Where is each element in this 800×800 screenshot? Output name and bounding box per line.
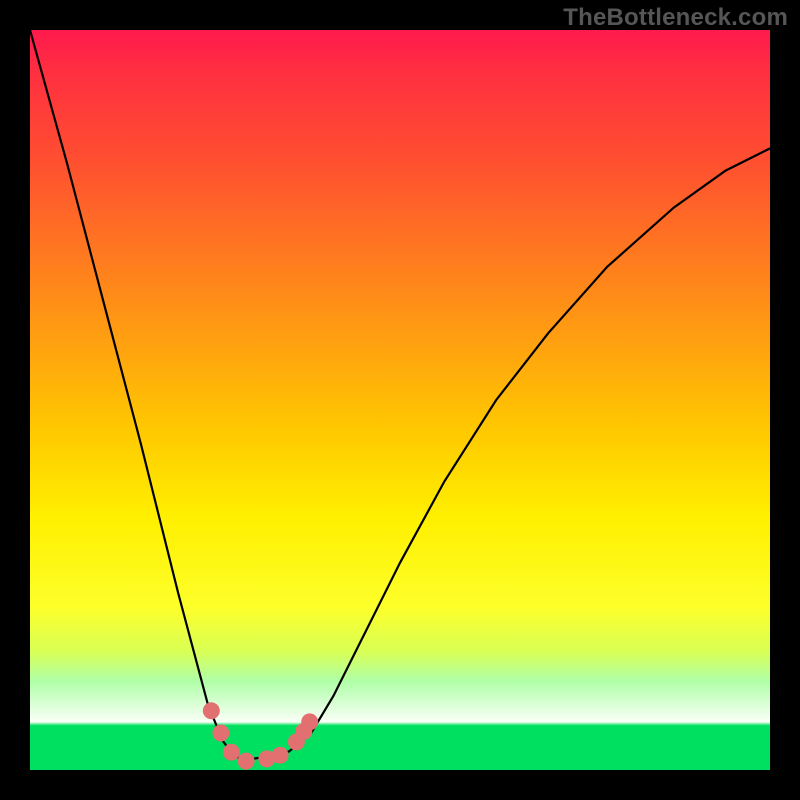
bottleneck-curve bbox=[30, 30, 770, 759]
curve-marker bbox=[223, 744, 240, 761]
chart-plot-area bbox=[30, 30, 770, 770]
watermark-text: TheBottleneck.com bbox=[563, 4, 788, 32]
curve-marker bbox=[238, 753, 255, 770]
chart-svg bbox=[30, 30, 770, 770]
curve-markers bbox=[203, 702, 318, 769]
curve-marker bbox=[301, 713, 318, 730]
chart-frame: TheBottleneck.com bbox=[0, 0, 800, 800]
curve-marker bbox=[212, 725, 229, 742]
curve-marker bbox=[272, 747, 289, 764]
curve-marker bbox=[203, 702, 220, 719]
